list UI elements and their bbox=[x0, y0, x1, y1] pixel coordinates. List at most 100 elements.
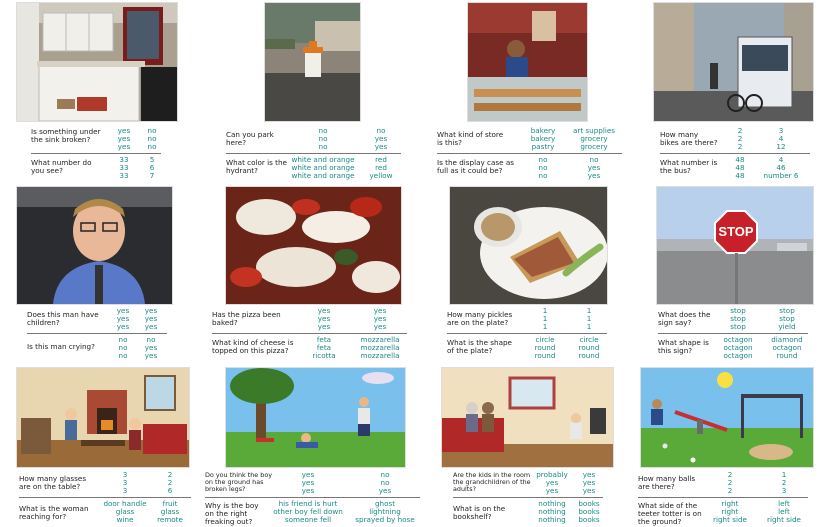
answers-column-1: probably yes yes bbox=[536, 470, 568, 495]
playground-scene bbox=[640, 367, 814, 468]
pizza-photo bbox=[225, 186, 402, 305]
question-text: What color is the hydrant? bbox=[226, 158, 287, 175]
question-text: What kind of cheese is topped on this pi… bbox=[212, 338, 294, 355]
answers-column-1: no no no bbox=[538, 155, 548, 180]
divider bbox=[31, 153, 161, 154]
qa-block: Has the pizza been baked? yes yes yes yes y… bbox=[212, 307, 407, 363]
question-text: What does the sign say? bbox=[658, 310, 711, 327]
answers-column-1: yes yes yes bbox=[317, 306, 331, 331]
question-text: What number is the bus? bbox=[660, 158, 718, 175]
answers-column-2: stop stop yield bbox=[778, 306, 796, 331]
divider bbox=[447, 333, 607, 334]
sandwich-photo bbox=[449, 186, 608, 305]
question-text: Is this man crying? bbox=[27, 342, 95, 351]
question-text: Can you park here? bbox=[226, 130, 274, 147]
answers-column-2: diamond octagon round bbox=[771, 335, 803, 360]
question-text: Is the display case as full as it could … bbox=[437, 158, 514, 175]
answers-column-2: no yes yes bbox=[374, 126, 388, 151]
question-text: What shape is this sign? bbox=[658, 338, 709, 355]
stop-sign-photo: STOP bbox=[656, 186, 814, 305]
answers-column-2: left left right side bbox=[767, 499, 801, 524]
question-text: How many pickles are on the plate? bbox=[447, 310, 513, 327]
answers-column-1: stop stop stop bbox=[730, 306, 746, 331]
divider bbox=[437, 153, 622, 154]
answers-column-1: no no no bbox=[318, 126, 328, 151]
answers-column-2: no no yes bbox=[378, 470, 392, 495]
answers-column-1: 111 bbox=[542, 306, 548, 331]
qa-block: What kind of store is this? bakery bakery… bbox=[437, 127, 622, 183]
question-text: Why is the boy on the right freaking out… bbox=[205, 501, 259, 526]
question-text: What is on the bookshelf? bbox=[453, 504, 506, 521]
divider bbox=[660, 153, 810, 154]
qa-block: What does the sign say? stop stop stop sto… bbox=[658, 307, 828, 363]
answers-column-2: circle round round bbox=[578, 335, 600, 360]
answers-column-2: 567 bbox=[149, 155, 155, 180]
question-text: How many balls are there? bbox=[638, 474, 696, 491]
answers-column-2: no no no bbox=[147, 126, 157, 151]
answers-column-1: feta feta ricotta bbox=[312, 335, 336, 360]
qa-block: How many glasses are on the table? 333 2… bbox=[19, 471, 199, 527]
question-text: Has the pizza been baked? bbox=[212, 310, 281, 327]
answers-column-1: bakery bakery pastry bbox=[530, 126, 556, 151]
question-text: Is something under the sink broken? bbox=[31, 127, 101, 144]
park-tree-scene bbox=[225, 367, 406, 468]
answers-column-2: no yes yes bbox=[144, 335, 158, 360]
divider bbox=[658, 333, 808, 334]
answers-column-2: ghost lightning sprayed by hose bbox=[355, 499, 415, 524]
divider bbox=[212, 333, 407, 334]
answers-column-1: 222 bbox=[737, 126, 743, 151]
qa-block: Are the kids in the room the grandchildr… bbox=[453, 471, 623, 527]
answers-column-2: 123 bbox=[781, 470, 787, 495]
answers-column-2: 111 bbox=[586, 306, 592, 331]
question-text: Are the kids in the room the grandchildr… bbox=[453, 471, 531, 493]
living-room-scene bbox=[16, 367, 190, 468]
kitchen-photo bbox=[16, 2, 178, 122]
answers-column-1: door handle glass wine bbox=[103, 499, 147, 524]
divider bbox=[19, 497, 191, 498]
answers-column-2: yes yes yes bbox=[582, 470, 596, 495]
question-text: What side of the teeter totter is on the… bbox=[638, 501, 702, 526]
question-text: Do you think the boy on the ground has b… bbox=[205, 471, 273, 493]
bus-photo bbox=[653, 2, 814, 122]
answers-column-1: yes yes yes bbox=[301, 470, 315, 495]
answers-column-1: circle round round bbox=[534, 335, 556, 360]
answers-column-1: his friend is hurt other boy fell down som… bbox=[273, 499, 343, 524]
qa-block: How many bikes are there? 222 3 4 12 What … bbox=[660, 127, 825, 183]
hydrant-photo bbox=[264, 2, 361, 122]
svg-text:STOP: STOP bbox=[718, 224, 753, 239]
answers-column-1: right right right side bbox=[713, 499, 747, 524]
man-photo bbox=[16, 186, 173, 305]
answers-column-2: art supplies grocery grocery bbox=[572, 126, 616, 151]
answers-column-2: mozzarella mozzarella mozzarella bbox=[360, 335, 400, 360]
divider bbox=[638, 497, 808, 498]
question-text: What is the woman reaching for? bbox=[19, 504, 89, 521]
answers-column-1: octagon octagon octagon bbox=[723, 335, 753, 360]
divider bbox=[226, 153, 401, 154]
answers-column-1: white and orange white and orange white an… bbox=[291, 155, 355, 180]
question-text: What number do you see? bbox=[31, 158, 92, 175]
answers-column-2: yes yes yes bbox=[373, 306, 387, 331]
answers-column-1: nothing nothing nothing bbox=[538, 499, 566, 524]
answers-column-2: no yes yes bbox=[587, 155, 601, 180]
bakery-photo bbox=[467, 2, 588, 122]
answers-column-2: 226 bbox=[167, 470, 173, 495]
qa-block: Does this man have children? yes yes yes y… bbox=[27, 307, 197, 363]
question-text: How many bikes are there? bbox=[660, 130, 718, 147]
divider bbox=[205, 497, 420, 498]
answers-column-2: fruit glass remote bbox=[157, 499, 183, 524]
question-text: What is the shape of the plate? bbox=[447, 338, 512, 355]
divider bbox=[27, 333, 167, 334]
qa-block: Can you park here? no no no no yes yes What … bbox=[226, 126, 401, 183]
question-text: What kind of store is this? bbox=[437, 130, 504, 147]
qa-block: Do you think the boy on the ground has b… bbox=[205, 471, 420, 527]
answers-column-1: 222 bbox=[727, 470, 733, 495]
answers-column-2: 3 4 12 bbox=[776, 126, 786, 151]
answers-column-1: 48 48 48 bbox=[735, 155, 745, 180]
answers-column-2: 4 46 number 6 bbox=[763, 155, 799, 180]
grandparents-scene bbox=[441, 367, 614, 468]
qa-block: How many pickles are on the plate? 111 1… bbox=[447, 307, 617, 363]
answers-column-2: books books books bbox=[578, 499, 600, 524]
divider bbox=[453, 497, 603, 498]
qa-block: Is something under the sink broken? yes y… bbox=[31, 127, 191, 183]
answers-column-2: yes yes yes bbox=[144, 306, 158, 331]
